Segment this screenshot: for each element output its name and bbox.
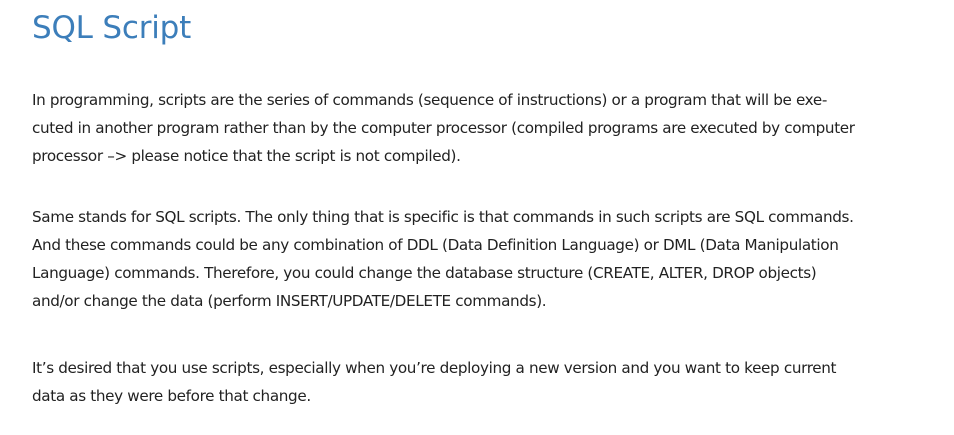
- paragraph-script-definition: In programming, scripts are the series o…: [32, 91, 855, 165]
- paragraph-use-scripts: It’s desired that you use scripts, espec…: [32, 359, 837, 405]
- page-title: SQL Script: [32, 10, 192, 46]
- article: SQL Script In programming, scripts are t…: [32, 0, 912, 405]
- paragraph-sql-scripts: Same stands for SQL scripts. The only th…: [32, 208, 854, 310]
